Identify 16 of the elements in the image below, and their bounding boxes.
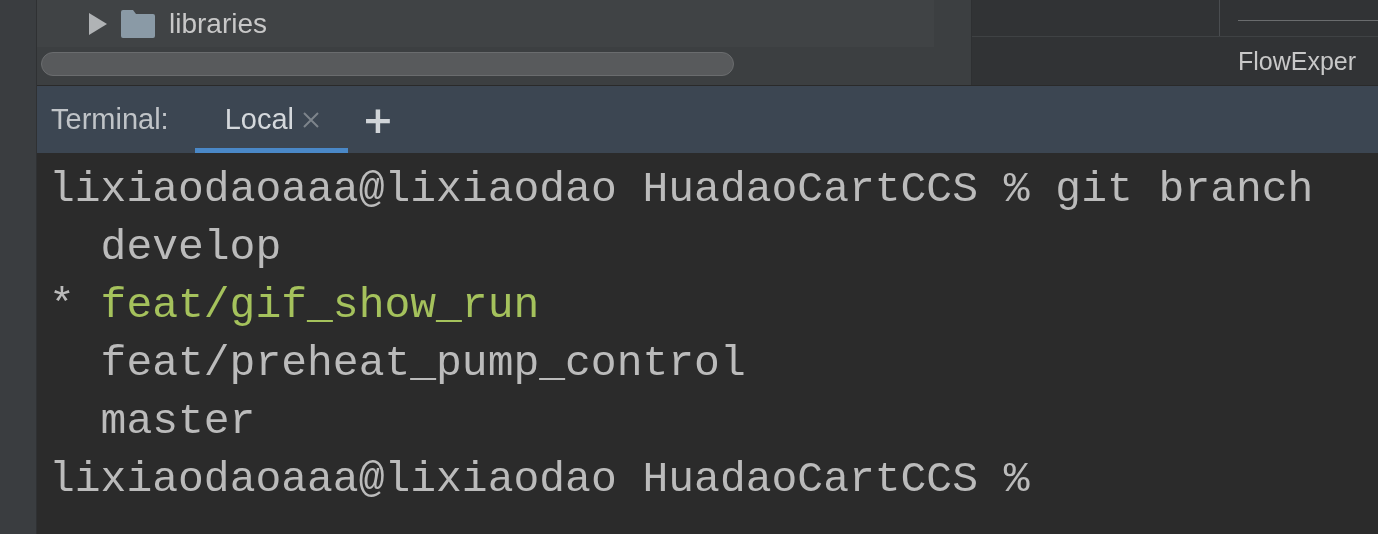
scrollbar-thumb[interactable] [41,52,734,76]
branch-name: master [100,396,256,448]
file-tab-label: FlowExper [1237,46,1358,76]
collapsed-triangle-icon[interactable] [89,12,107,35]
tool-window-title: Terminal: [51,103,169,136]
branch-name: develop [100,222,282,274]
branch-name: feat/preheat_pump_control [100,338,746,390]
new-tab-button[interactable]: + [348,86,408,153]
folder-label: libraries [169,7,268,40]
current-branch-marker: * [49,281,75,330]
tree-item[interactable]: libraries [37,0,934,47]
close-icon[interactable] [302,110,320,129]
folder-icon [121,9,155,38]
prompt-line: lixiaodaoaaa@lixiaodao HuadaoCartCCS % [49,454,1030,506]
prompt-line: lixiaodaoaaa@lixiaodao HuadaoCartCCS % git branch [49,164,1314,216]
branch-name: feat/gif_show_run [100,280,540,332]
